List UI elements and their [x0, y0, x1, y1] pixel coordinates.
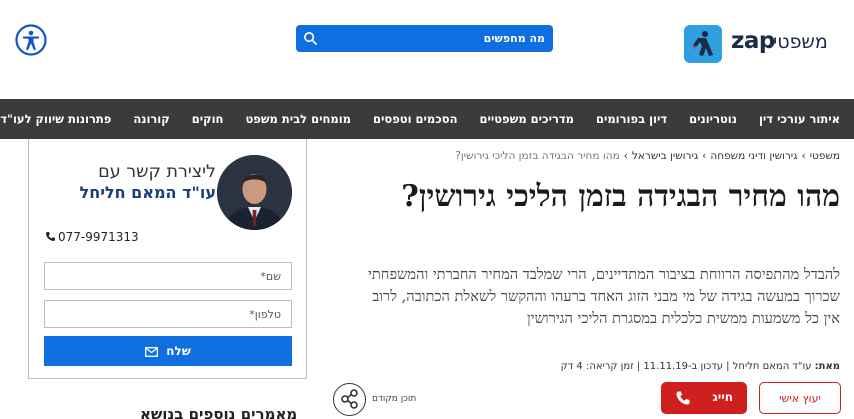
search-input[interactable] [330, 29, 545, 48]
contact-phone[interactable]: 077-9971313 [45, 230, 139, 244]
avatar [217, 155, 292, 230]
breadcrumb: משפטי › גירושין ודיני משפחה › גירושין בי… [360, 150, 840, 162]
main-nav-list: איתור עורכי דין נוטריונים דיון בפורומים … [0, 99, 840, 139]
site-header: zap משפטי [0, 0, 854, 99]
article-meta: מאת: עו"ד המאם חליחל | עדכון ב-11.11.19 … [360, 361, 840, 372]
article-lead: להבדל מהתפיסה הרווחת בציבור המתדיינים, ה… [368, 266, 840, 327]
logo-subtitle: משפטי [773, 31, 828, 53]
breadcrumb-item[interactable]: משפטי [810, 150, 840, 162]
walking-person-icon [693, 31, 713, 56]
logo-wordmark: zap [731, 28, 775, 54]
author-label: מאת: [814, 361, 840, 372]
related-articles-heading: מאמרים נוספים בנושא [140, 405, 298, 419]
nav-item-notaries[interactable]: נוטריונים [689, 99, 737, 139]
nav-item-contracts-forms[interactable]: הסכמים וטפסים [373, 99, 457, 139]
read-time: זמן קריאה: 4 דק [560, 361, 634, 372]
nav-item-legal-guides[interactable]: מדריכים משפטיים [479, 99, 574, 139]
call-button[interactable]: חייג [661, 382, 747, 414]
phone-icon [676, 391, 690, 405]
article-title: מהו מחיר הבגידה בזמן הליכי גירושין? [401, 179, 840, 214]
accessibility-icon[interactable] [15, 24, 47, 56]
breadcrumb-item[interactable]: גירושין בישראל [632, 150, 698, 162]
envelope-icon [145, 347, 159, 357]
call-button-label: חייג [712, 390, 733, 404]
share-button[interactable] [333, 383, 366, 416]
breadcrumb-separator: › [623, 150, 628, 162]
breadcrumb-current: מהו מחיר הבגידה בזמן הליכי גירושין? [455, 150, 620, 162]
promoted-content-label: תוכן מקודם [372, 394, 417, 404]
send-button[interactable]: שלח [44, 336, 292, 366]
nav-item-marketing[interactable]: פתרונות שיווק לעו"ד [0, 99, 111, 139]
breadcrumb-separator: › [801, 150, 806, 162]
updated-date: עדכון ב-11.11.19 [643, 361, 723, 372]
contact-lawyer-name[interactable]: עו"ד המאם חליחל [80, 183, 216, 202]
send-button-label: שלח [166, 344, 191, 358]
nav-item-forums[interactable]: דיון בפורומים [596, 99, 667, 139]
site-logo[interactable]: zap משפטי [684, 25, 828, 63]
contact-phone-number: 077-9971313 [58, 230, 139, 244]
name-field[interactable] [44, 262, 292, 290]
phone-field[interactable] [44, 300, 292, 328]
meta-divider: | [726, 361, 730, 372]
phone-icon [46, 232, 55, 241]
contact-panel: ליצירת קשר עם עו"ד המאם חליחל 077-997131… [28, 139, 307, 379]
lawyer-portrait-icon [217, 155, 292, 230]
share-icon [341, 389, 358, 409]
breadcrumb-separator: › [702, 150, 707, 162]
logo-badge-icon [684, 25, 722, 63]
nav-item-laws[interactable]: חוקים [192, 99, 224, 139]
breadcrumb-item[interactable]: גירושין ודיני משפחה [710, 150, 797, 162]
meta-divider: | [636, 361, 641, 372]
contact-title: ליצירת קשר עם [98, 162, 216, 182]
main-nav: איתור עורכי דין נוטריונים דיון בפורומים … [0, 99, 854, 139]
personal-advice-button[interactable]: יעוץ אישי [759, 382, 841, 414]
author-name[interactable]: עו"ד המאם חליחל [733, 361, 812, 372]
search-icon[interactable] [303, 31, 318, 46]
search-bar [296, 25, 553, 52]
nav-item-court-experts[interactable]: מומחים לבית משפט [245, 99, 351, 139]
page: zap משפטי איתור עורכי דין נוטריונים דיון… [0, 0, 854, 419]
nav-item-corona[interactable]: קורונה [133, 99, 169, 139]
nav-item-find-lawyers[interactable]: איתור עורכי דין [759, 99, 840, 139]
